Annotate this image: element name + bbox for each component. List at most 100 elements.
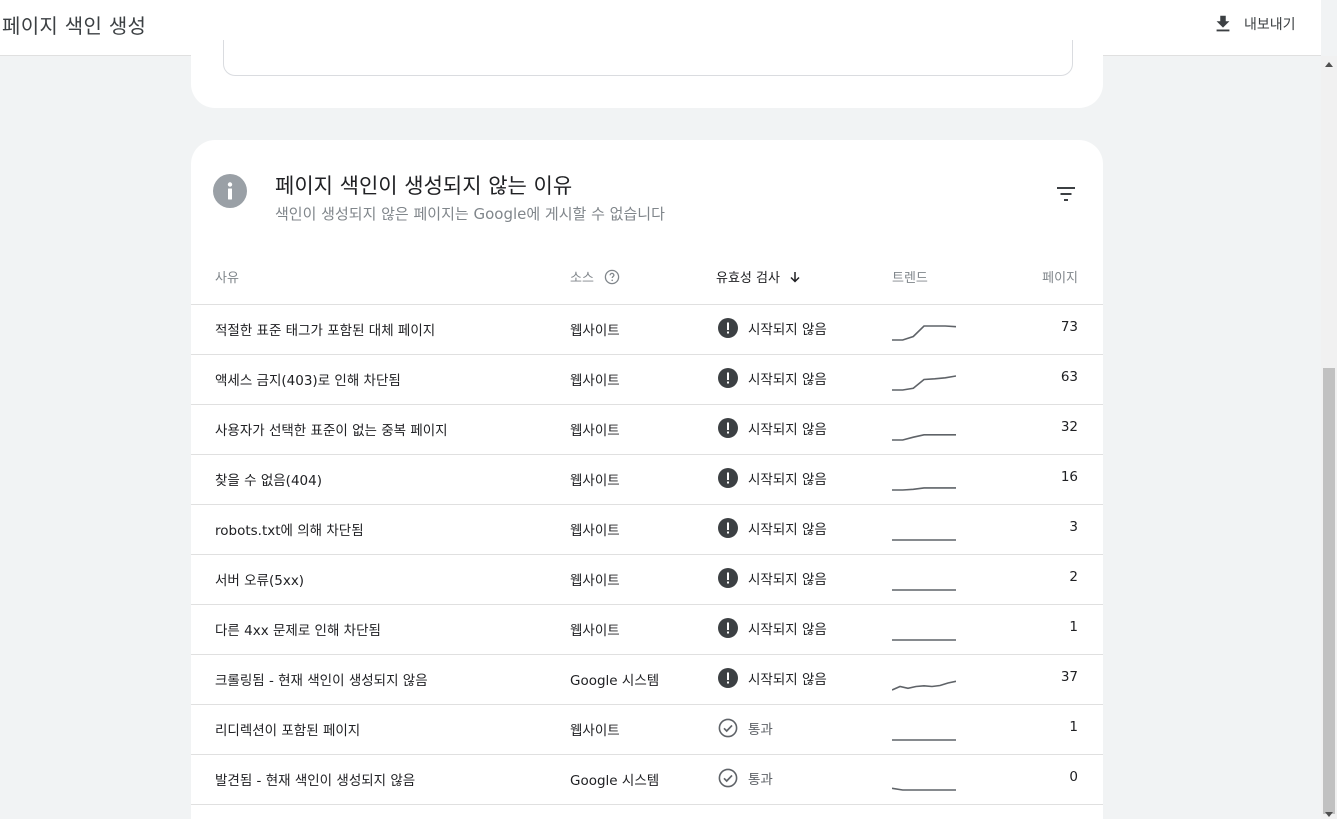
exclamation-circle-icon xyxy=(718,368,738,388)
pages-count-cell: 2 xyxy=(1069,569,1078,585)
trend-sparkline xyxy=(892,487,956,491)
reason-cell: 다른 4xx 문제로 인해 차단됨 xyxy=(215,623,381,639)
exclamation-circle-icon xyxy=(718,668,738,688)
reason-cell: 리디렉션이 포함된 페이지 xyxy=(215,723,361,739)
validation-cell: 시작되지 않음 xyxy=(718,518,827,538)
exclamation-circle-icon xyxy=(718,468,738,488)
arrow-down-icon xyxy=(790,271,800,283)
column-header-trend: 트렌드 xyxy=(892,271,928,286)
scroll-up-arrow-icon[interactable] xyxy=(1325,62,1333,67)
reason-cell: 찾을 수 없음(404) xyxy=(215,473,322,489)
exclamation-circle-icon xyxy=(718,518,738,538)
table-row[interactable]: 사용자가 선택한 표준이 없는 중복 페이지 웹사이트 시작되지 않음 32 xyxy=(191,405,1103,455)
pages-count-cell: 1 xyxy=(1069,719,1078,735)
trend-sparkline xyxy=(892,325,956,341)
previous-card-inner-box xyxy=(223,40,1073,76)
validation-status-label: 시작되지 않음 xyxy=(748,322,827,338)
validation-cell: 통과 xyxy=(718,718,773,738)
pages-count-cell: 16 xyxy=(1060,469,1078,485)
column-header-source-label: 소스 xyxy=(570,271,594,286)
validation-cell: 시작되지 않음 xyxy=(718,618,827,638)
source-cell: 웹사이트 xyxy=(570,623,620,639)
trend-sparkline xyxy=(892,375,956,391)
reason-cell: 액세스 금지(403)로 인해 차단됨 xyxy=(215,373,401,389)
trend-sparkline xyxy=(892,680,956,691)
pages-count-cell: 1 xyxy=(1069,619,1078,635)
trend-sparkline xyxy=(892,589,956,591)
validation-status-label: 시작되지 않음 xyxy=(748,422,827,438)
page-scrollbar[interactable] xyxy=(1321,56,1337,819)
exclamation-circle-icon xyxy=(718,418,738,438)
check-circle-icon xyxy=(718,768,738,788)
card-subtitle: 색인이 생성되지 않은 페이지는 Google에 게시할 수 없습니다 xyxy=(275,205,665,223)
column-header-reason[interactable]: 사유 xyxy=(215,267,239,286)
column-header-pages[interactable]: 페이지 xyxy=(1042,267,1078,286)
export-button[interactable]: 내보내기 xyxy=(1212,12,1296,36)
source-cell: 웹사이트 xyxy=(570,373,620,389)
validation-status-label: 통과 xyxy=(748,722,773,738)
trend-line xyxy=(892,375,956,391)
download-icon xyxy=(1216,15,1230,32)
info-icon xyxy=(213,174,247,208)
exclamation-circle-icon xyxy=(718,318,738,338)
pages-count-cell: 73 xyxy=(1060,319,1078,335)
validation-cell: 시작되지 않음 xyxy=(718,368,827,388)
trend-sparkline xyxy=(892,787,956,791)
source-cell: Google 시스템 xyxy=(570,673,660,689)
exclamation-circle-icon xyxy=(718,568,738,588)
check-circle-icon xyxy=(718,718,738,738)
validation-cell: 시작되지 않음 xyxy=(718,468,827,488)
trend-line xyxy=(892,325,956,341)
table-row[interactable]: robots.txt에 의해 차단됨 웹사이트 시작되지 않음 3 xyxy=(191,505,1103,555)
table-header: 사유 소스 유효성 검사 트렌드 페이지 xyxy=(191,252,1103,305)
table-row[interactable]: 서버 오류(5xx) 웹사이트 시작되지 않음 2 xyxy=(191,555,1103,605)
pages-count-cell: 63 xyxy=(1060,369,1078,385)
table-row[interactable]: 다른 4xx 문제로 인해 차단됨 웹사이트 시작되지 않음 1 xyxy=(191,605,1103,655)
validation-cell: 통과 xyxy=(718,768,773,788)
validation-cell: 시작되지 않음 xyxy=(718,318,827,338)
source-cell: 웹사이트 xyxy=(570,423,620,439)
trend-line xyxy=(892,680,956,691)
validation-cell: 시작되지 않음 xyxy=(718,568,827,588)
scroll-down-arrow-icon[interactable] xyxy=(1325,812,1333,817)
validation-status-label: 통과 xyxy=(748,772,773,788)
reason-cell: 적절한 표준 태그가 포함된 대체 페이지 xyxy=(215,323,436,339)
source-cell: Google 시스템 xyxy=(570,773,660,789)
validation-status-label: 시작되지 않음 xyxy=(748,472,827,488)
source-cell: 웹사이트 xyxy=(570,523,620,539)
source-cell: 웹사이트 xyxy=(570,473,620,489)
validation-status-label: 시작되지 않음 xyxy=(748,522,827,538)
pages-count-cell: 32 xyxy=(1060,419,1078,435)
source-cell: 웹사이트 xyxy=(570,323,620,339)
pages-count-cell: 0 xyxy=(1069,769,1078,785)
pages-count-cell: 37 xyxy=(1060,669,1078,685)
table-row[interactable]: 적절한 표준 태그가 포함된 대체 페이지 웹사이트 시작되지 않음 73 xyxy=(191,305,1103,355)
table-row[interactable]: 발견됨 - 현재 색인이 생성되지 않음 Google 시스템 통과 0 xyxy=(191,755,1103,805)
table-row[interactable]: 액세스 금지(403)로 인해 차단됨 웹사이트 시작되지 않음 63 xyxy=(191,355,1103,405)
previous-card xyxy=(191,40,1103,108)
column-header-validation[interactable]: 유효성 검사 xyxy=(716,267,802,286)
trend-sparkline xyxy=(892,639,956,641)
column-header-validation-label: 유효성 검사 xyxy=(716,271,780,286)
source-cell: 웹사이트 xyxy=(570,723,620,739)
table-row[interactable]: 리디렉션이 포함된 페이지 웹사이트 통과 1 xyxy=(191,705,1103,755)
help-icon[interactable] xyxy=(604,269,620,285)
validation-status-label: 시작되지 않음 xyxy=(748,372,827,388)
trend-line xyxy=(892,433,956,441)
validation-cell: 시작되지 않음 xyxy=(718,418,827,438)
trend-line xyxy=(892,487,956,491)
column-header-source[interactable]: 소스 xyxy=(570,267,620,286)
table-row[interactable]: 크롤링됨 - 현재 색인이 생성되지 않음 Google 시스템 시작되지 않음 37 xyxy=(191,655,1103,705)
validation-status-label: 시작되지 않음 xyxy=(748,622,827,638)
pages-count-cell: 3 xyxy=(1069,519,1078,535)
scrollbar-thumb[interactable] xyxy=(1323,368,1335,814)
trend-sparkline xyxy=(892,739,956,741)
exclamation-circle-icon xyxy=(718,618,738,638)
card-title: 페이지 색인이 생성되지 않는 이유 xyxy=(275,174,573,198)
reason-cell: 서버 오류(5xx) xyxy=(215,573,305,589)
filter-icon[interactable] xyxy=(1053,182,1079,206)
reason-cell: 발견됨 - 현재 색인이 생성되지 않음 xyxy=(215,773,416,789)
validation-status-label: 시작되지 않음 xyxy=(748,572,827,588)
table-row[interactable]: 찾을 수 없음(404) 웹사이트 시작되지 않음 16 xyxy=(191,455,1103,505)
validation-status-label: 시작되지 않음 xyxy=(748,672,827,688)
